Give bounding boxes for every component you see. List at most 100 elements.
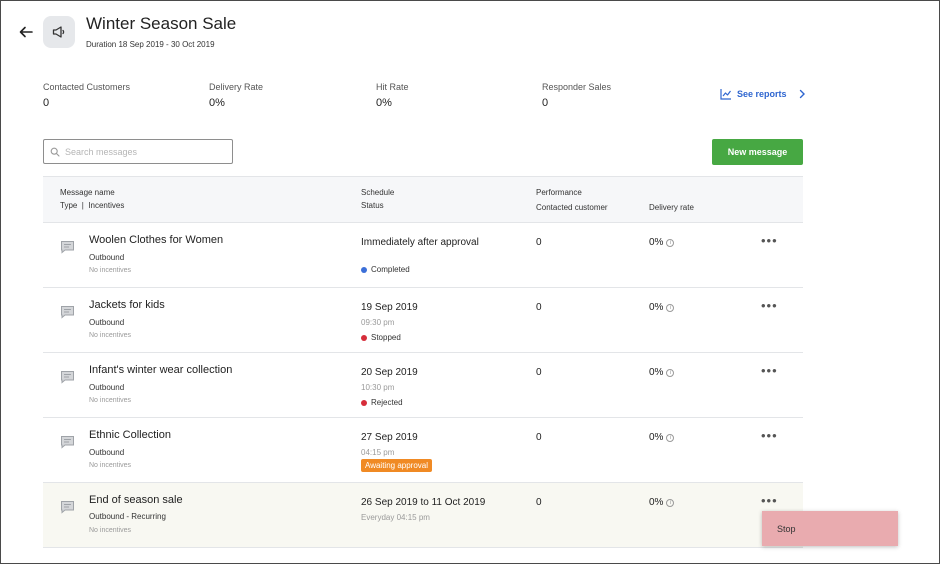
stat-label: Delivery Rate [209, 82, 264, 92]
status-label: Completed [371, 265, 410, 274]
message-incentives: No incentives [89, 462, 132, 469]
contacted-count: 0 [536, 237, 542, 248]
delivery-rate-value: 0% i [649, 497, 675, 508]
page-title: Winter Season Sale [86, 14, 237, 33]
chat-bubble-icon [61, 501, 74, 514]
info-icon[interactable]: i [666, 433, 675, 442]
table-row[interactable]: Jackets for kids Outbound No incentives … [43, 287, 803, 352]
line-chart-icon [720, 89, 731, 100]
contacted-count: 0 [536, 367, 542, 378]
table-row[interactable]: Woolen Clothes for Women Outbound No inc… [43, 222, 803, 287]
message-schedule: 20 Sep 2019 [361, 367, 418, 378]
stat-contacted-customers: Contacted Customers 0 [43, 82, 130, 109]
message-time: 09:30 pm [361, 318, 395, 327]
message-time: 04:15 pm [361, 448, 395, 457]
status-dot [361, 399, 367, 406]
table-row[interactable]: Ethnic Collection Outbound No incentives… [43, 417, 803, 482]
header-performance: Performance [536, 188, 582, 197]
contacted-count: 0 [536, 302, 542, 313]
stat-label: Responder Sales [542, 82, 612, 92]
menu-item-stop[interactable]: Stop [762, 511, 898, 546]
stat-value: 0 [542, 97, 549, 109]
chat-bubble-icon [61, 306, 74, 319]
stat-delivery-rate: Delivery Rate 0% [209, 82, 263, 109]
stat-responder-sales: Responder Sales 0 [542, 82, 611, 109]
message-name[interactable]: Jackets for kids [89, 299, 165, 311]
table-row[interactable]: Infant's winter wear collection Outbound… [43, 352, 803, 417]
message-time: 10:30 pm [361, 383, 395, 392]
delivery-rate-value: 0% i [649, 367, 675, 378]
stat-value: 0% [209, 97, 225, 109]
message-type: Outbound [89, 448, 125, 457]
header-type-incentives: Type | Incentives [60, 201, 125, 210]
header-status: Status [361, 201, 384, 210]
info-icon[interactable]: i [666, 303, 675, 312]
campaign-avatar [43, 16, 75, 48]
more-options-icon[interactable]: ••• [761, 233, 778, 248]
more-options-icon[interactable]: ••• [761, 493, 778, 508]
delivery-rate-text: 0% [649, 432, 664, 443]
status-indicator: Completed [361, 265, 410, 274]
megaphone-icon [52, 26, 65, 38]
more-options-icon[interactable]: ••• [761, 298, 778, 313]
delivery-rate-text: 0% [649, 302, 664, 313]
chat-bubble-icon [61, 241, 74, 254]
message-name[interactable]: End of season sale [89, 494, 183, 506]
table-row[interactable]: End of season sale Outbound - Recurring … [43, 482, 803, 548]
message-type: Outbound [89, 253, 125, 262]
message-schedule: Immediately after approval [361, 237, 479, 248]
info-icon[interactable]: i [666, 238, 675, 247]
message-incentives: No incentives [89, 332, 132, 339]
chat-bubble-icon [61, 436, 74, 449]
more-options-icon[interactable]: ••• [761, 363, 778, 378]
status-label: Stopped [371, 333, 401, 342]
message-schedule: 19 Sep 2019 [361, 302, 418, 313]
message-schedule: 26 Sep 2019 to 11 Oct 2019 [361, 497, 486, 508]
message-type: Outbound - Recurring [89, 512, 166, 521]
message-time: Everyday 04:15 pm [361, 513, 430, 522]
stat-label: Contacted Customers [43, 82, 131, 92]
chat-bubble-icon [61, 371, 74, 384]
delivery-rate-value: 0% i [649, 302, 675, 313]
status-dot [361, 266, 367, 273]
messages-table: Message name Type | Incentives Schedule … [43, 176, 803, 548]
search-box[interactable] [43, 139, 233, 164]
message-incentives: No incentives [89, 397, 132, 404]
message-type: Outbound [89, 318, 125, 327]
message-name[interactable]: Woolen Clothes for Women [89, 234, 223, 246]
stat-label: Hit Rate [376, 82, 409, 92]
chevron-right-icon [799, 89, 805, 99]
stat-hit-rate: Hit Rate 0% [376, 82, 409, 109]
header-contacted: Contacted customer [536, 203, 608, 212]
search-input[interactable] [65, 146, 225, 157]
status-badge: Awaiting approval [361, 459, 433, 472]
stat-value: 0 [43, 97, 50, 109]
new-message-button[interactable]: New message [712, 139, 803, 165]
status-label: Rejected [371, 398, 403, 407]
see-reports-label: See reports [737, 89, 787, 99]
header-schedule: Schedule [361, 188, 395, 197]
header-message-name: Message name [60, 188, 115, 197]
message-type: Outbound [89, 383, 125, 392]
info-icon[interactable]: i [666, 368, 675, 377]
stat-value: 0% [376, 97, 392, 109]
delivery-rate-value: 0% i [649, 237, 675, 248]
message-schedule: 27 Sep 2019 [361, 432, 418, 443]
see-reports-link[interactable]: See reports [720, 88, 807, 100]
campaign-duration: Duration 18 Sep 2019 - 30 Oct 2019 [86, 40, 215, 49]
more-options-icon[interactable]: ••• [761, 428, 778, 443]
status-indicator: Stopped [361, 333, 401, 342]
info-icon[interactable]: i [666, 498, 675, 507]
back-arrow-icon[interactable] [18, 24, 34, 40]
message-incentives: No incentives [89, 267, 132, 274]
contacted-count: 0 [536, 432, 542, 443]
message-name[interactable]: Ethnic Collection [89, 429, 171, 441]
menu-item-stop-label: Stop [777, 523, 796, 534]
search-icon [50, 147, 60, 157]
header-delivery-rate: Delivery rate [649, 203, 694, 212]
message-name[interactable]: Infant's winter wear collection [89, 364, 232, 376]
delivery-rate-text: 0% [649, 237, 664, 248]
message-incentives: No incentives [89, 527, 132, 534]
delivery-rate-text: 0% [649, 367, 664, 378]
contacted-count: 0 [536, 497, 542, 508]
